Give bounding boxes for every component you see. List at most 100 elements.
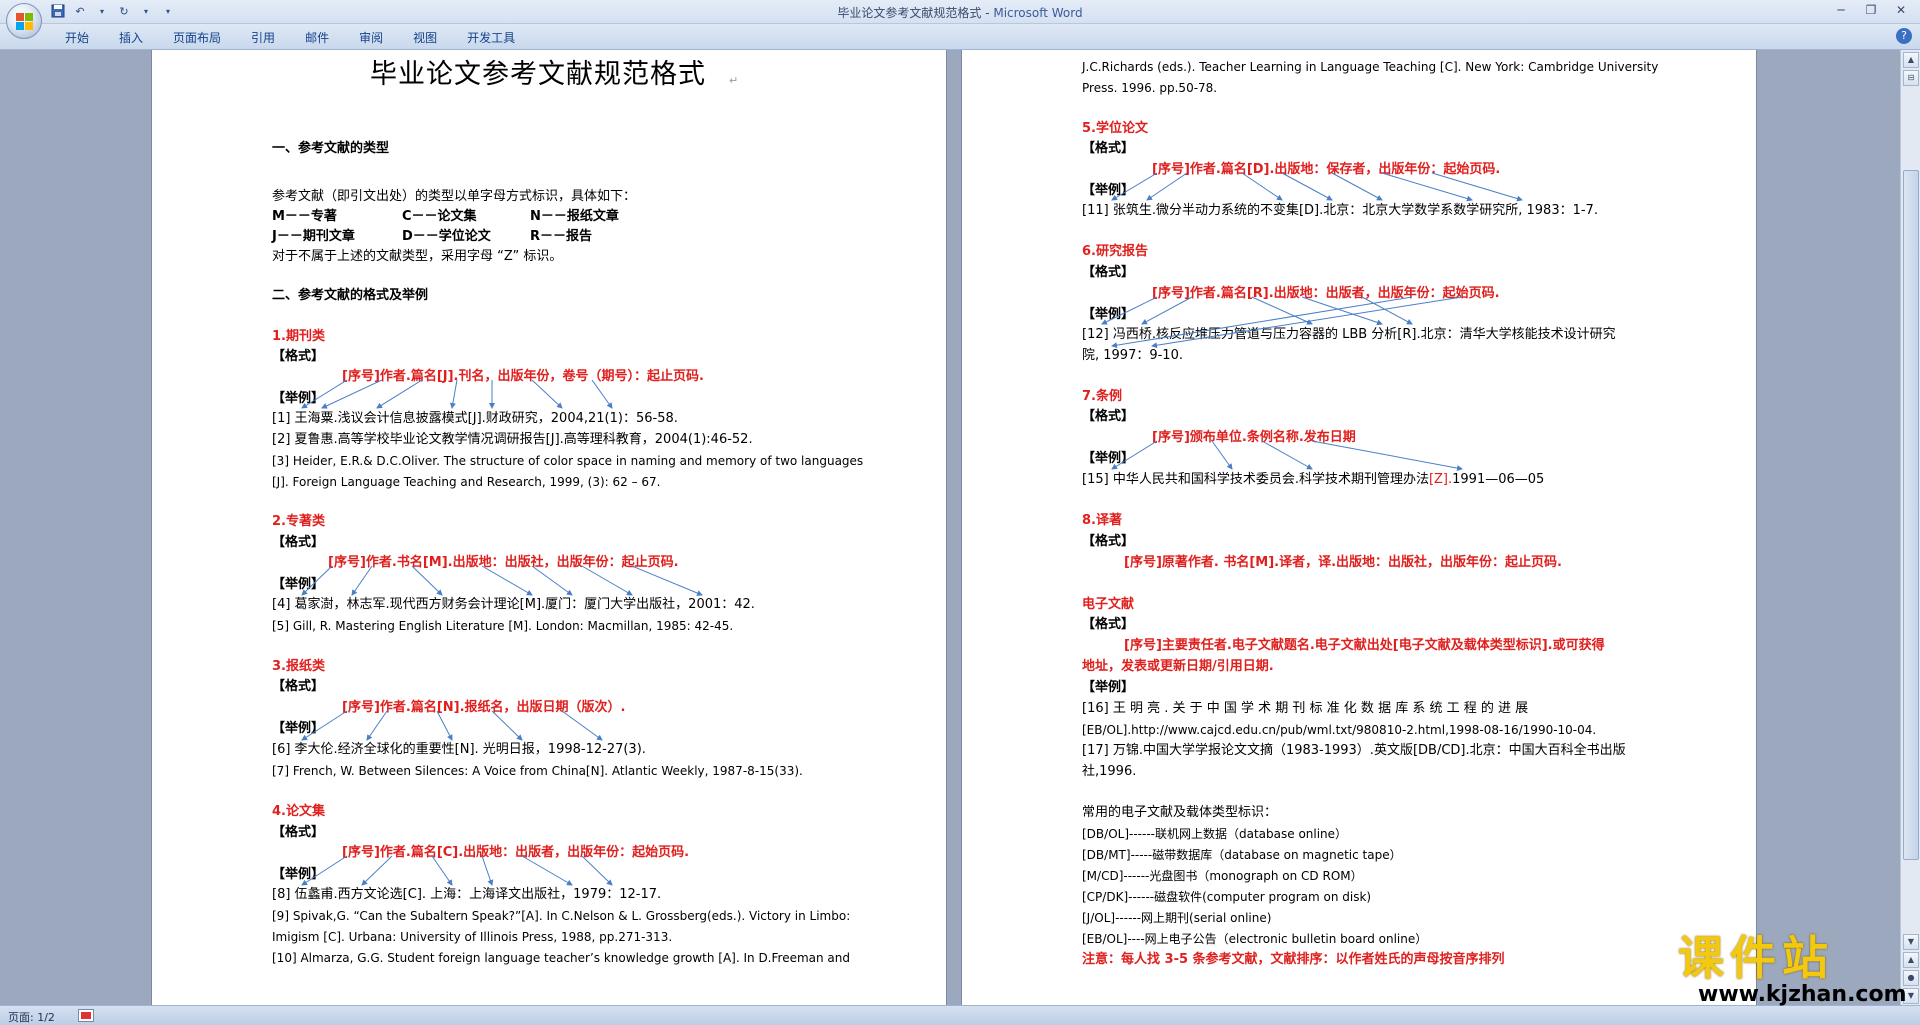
example-label: 【举例】 — [1082, 680, 1135, 695]
tab-page-layout[interactable]: 页面布局 — [158, 29, 236, 47]
office-logo-icon — [16, 13, 34, 31]
document-page-2[interactable]: J.C.Richards (eds.). Teacher Learning in… — [962, 50, 1756, 1005]
ref-2: [2] 夏鲁惠.高等学校毕业论文教学情况调研报告[J].高等理科教育，2004(… — [272, 432, 753, 447]
type-m-cd: [M/CD]------光盘图书（monograph on CD ROM） — [1082, 869, 1363, 883]
minimize-icon[interactable]: ─ — [1826, 0, 1856, 20]
ref-15: [15] 中华人民共和国科学技术委员会.科学技术期刊管理办法[Z].1991—0… — [1082, 471, 1544, 489]
ruler-toggle-icon[interactable]: ⊟ — [1903, 70, 1919, 86]
ref-3b: [J]. Foreign Language Teaching and Resea… — [272, 475, 661, 489]
type-db-mt: [DB/MT]-----磁带数据库（database on magnetic t… — [1082, 848, 1402, 862]
tab-home[interactable]: 开始 — [50, 29, 104, 47]
tab-view[interactable]: 视图 — [398, 29, 452, 47]
ref-1: [1] 王海粟.浅议会计信息披露模式[J].财政研究，2004,21(1)：56… — [272, 411, 678, 426]
type-eb-ol: [EB/OL]----网上电子公告（electronic bulletin bo… — [1082, 932, 1428, 946]
watermark-logo: 课件站 www.kjzhan.com — [1668, 920, 1918, 1020]
section-translation: 8.译著 — [1082, 513, 1122, 528]
example-label: 【举例】 — [272, 721, 325, 736]
language-icon[interactable] — [78, 1009, 94, 1022]
format-label: 【格式】 — [272, 349, 325, 364]
section-journal: 1.期刊类 — [272, 329, 325, 344]
example-label: 【举例】 — [272, 867, 325, 882]
scroll-up-icon[interactable]: ▲ — [1903, 52, 1919, 68]
close-icon[interactable]: ✕ — [1886, 0, 1916, 20]
format-label: 【格式】 — [1082, 265, 1135, 280]
title-bar: ↶ ▾ ↻ ▾ ▾ 毕业论文参考文献规范格式 - Microsoft Word … — [0, 0, 1920, 39]
ref-5: [5] Gill, R. Mastering English Literatur… — [272, 619, 734, 633]
heading-format: 二、参考文献的格式及举例 — [272, 288, 429, 303]
format-electronic-a: [序号]主要责任者.电子文献题名.电子文献出处[电子文献及载体类型标识].或可获… — [1124, 638, 1605, 653]
window-title: 毕业论文参考文献规范格式 - Microsoft Word — [0, 4, 1920, 21]
ref-6: [6] 李大伦.经济全球化的重要性[N]. 光明日报，1998-12-27(3)… — [272, 742, 646, 757]
section-proceedings: 4.论文集 — [272, 804, 325, 819]
ribbon-tab-bar: 开始 插入 页面布局 引用 邮件 审阅 视图 开发工具 ? — [0, 24, 1920, 50]
section-report: 6.研究报告 — [1082, 244, 1148, 259]
format-label: 【格式】 — [272, 825, 325, 840]
tab-mailings[interactable]: 邮件 — [290, 29, 344, 47]
document-title: 毕业论文参考文献规范格式 — [370, 59, 706, 90]
document-workspace: 毕业论文参考文献规范格式 ↵ 一、参考文献的类型 参考文献（即引文出处）的类型以… — [0, 50, 1900, 1005]
ref-3a: [3] Heider, E.R.& D.C.Oliver. The struct… — [272, 454, 864, 468]
section-thesis: 5.学位论文 — [1082, 121, 1148, 136]
watermark-url: www.kjzhan.com — [1698, 982, 1907, 1007]
type-j: J－－期刊文章 — [272, 229, 355, 244]
ref-10-continued-b: Press. 1996. pp.50-78. — [1082, 81, 1218, 95]
format-thesis: [序号]作者.篇名[D].出版地：保存者，出版年份：起始页码. — [1152, 162, 1501, 177]
tab-developer[interactable]: 开发工具 — [452, 29, 530, 47]
example-label: 【举例】 — [1082, 451, 1135, 466]
section-regulation: 7.条例 — [1082, 389, 1122, 404]
document-name: 毕业论文参考文献规范格式 — [837, 6, 982, 20]
format-label: 【格式】 — [272, 535, 325, 550]
heading-types: 一、参考文献的类型 — [272, 141, 390, 156]
title-separator: - — [981, 6, 994, 20]
type-d: D－－学位论文 — [402, 229, 491, 244]
type-c: C－－论文集 — [402, 209, 477, 224]
ref-15-date: 1991—06—05 — [1452, 472, 1545, 487]
section-newspaper: 3.报纸类 — [272, 659, 325, 674]
type-r: R－－报告 — [530, 229, 593, 244]
ref-10-continued-a: J.C.Richards (eds.). Teacher Learning in… — [1082, 60, 1659, 74]
format-label: 【格式】 — [1082, 409, 1135, 424]
other-type-text: 对于不属于上述的文献类型，采用字母 “Z” 标识。 — [272, 249, 563, 264]
format-proceedings: [序号]作者.篇名[C].出版地：出版者，出版年份：起始页码. — [342, 845, 690, 860]
ref-10: [10] Almarza, G.G. Student foreign langu… — [272, 951, 851, 965]
type-db-ol: [DB/OL]------联机网上数据（database online） — [1082, 827, 1348, 841]
ref-11: [11] 张筑生.微分半动力系统的不变集[D].北京：北京大学数学系数学研究所,… — [1082, 203, 1598, 218]
type-n: N－－报纸文章 — [530, 209, 619, 224]
format-label: 【格式】 — [1082, 617, 1135, 632]
ref-9a: [9] Spivak,G. “Can the Subaltern Speak?”… — [272, 909, 851, 923]
help-icon[interactable]: ? — [1896, 28, 1912, 44]
example-label: 【举例】 — [1082, 307, 1135, 322]
format-journal: [序号]作者.篇名[J].刊名，出版年份，卷号（期号）：起止页码. — [342, 369, 704, 384]
restore-icon[interactable]: ❐ — [1856, 0, 1886, 20]
type-j-ol: [J/OL]------网上期刊(serial online) — [1082, 911, 1272, 925]
intro-text: 参考文献（即引文出处）的类型以单字母方式标识，具体如下： — [272, 189, 637, 204]
ref-17b: 社,1996. — [1082, 764, 1137, 779]
ribbon-tabs: 开始 插入 页面布局 引用 邮件 审阅 视图 开发工具 — [50, 29, 530, 47]
ref-16a: [16] 王 明 亮 . 关 于 中 国 学 术 期 刊 标 准 化 数 据 库… — [1082, 701, 1529, 716]
section-electronic: 电子文献 — [1082, 597, 1135, 612]
format-newspaper: [序号]作者.篇名[N].报纸名，出版日期（版次）. — [342, 700, 626, 715]
tab-review[interactable]: 审阅 — [344, 29, 398, 47]
office-button[interactable] — [6, 3, 42, 39]
note-text: 注意：每人找 3-5 条参考文献，文献排序：以作者姓氏的声母按音序排列 — [1082, 952, 1505, 967]
example-label: 【举例】 — [272, 391, 325, 406]
tab-insert[interactable]: 插入 — [104, 29, 158, 47]
format-monograph: [序号]作者.书名[M].出版地：出版社，出版年份：起止页码. — [328, 555, 679, 570]
page-count[interactable]: 页面: 1/2 — [8, 1009, 55, 1025]
ref-8: [8] 伍蠡甫.西方文论选[C]. 上海：上海译文出版社，1979：12-17. — [272, 887, 662, 902]
common-types-heading: 常用的电子文献及载体类型标识： — [1082, 805, 1278, 820]
tab-references[interactable]: 引用 — [236, 29, 290, 47]
app-name: Microsoft Word — [993, 6, 1083, 20]
paragraph-mark: ↵ — [729, 74, 739, 87]
scroll-thumb[interactable] — [1903, 170, 1919, 860]
format-report: [序号]作者.篇名[R].出版地：出版者，出版年份：起始页码. — [1152, 286, 1500, 301]
type-m: M－－专著 — [272, 209, 337, 224]
format-label: 【格式】 — [1082, 141, 1135, 156]
vertical-scrollbar[interactable]: ▲ ⊟ ▼ ▲ ● ▼ — [1900, 50, 1920, 1005]
ref-4: [4] 葛家澍，林志军.现代西方财务会计理论[M].厦门：厦门大学出版社，200… — [272, 597, 755, 612]
status-bar: 页面: 1/2 — [0, 1005, 1920, 1025]
ref-7: [7] French, W. Between Silences: A Voice… — [272, 764, 803, 778]
ref-16b: [EB/OL].http://www.cajcd.edu.cn/pub/wml.… — [1082, 723, 1597, 737]
document-page-1[interactable]: 毕业论文参考文献规范格式 ↵ 一、参考文献的类型 参考文献（即引文出处）的类型以… — [152, 50, 946, 1005]
format-label: 【格式】 — [272, 679, 325, 694]
